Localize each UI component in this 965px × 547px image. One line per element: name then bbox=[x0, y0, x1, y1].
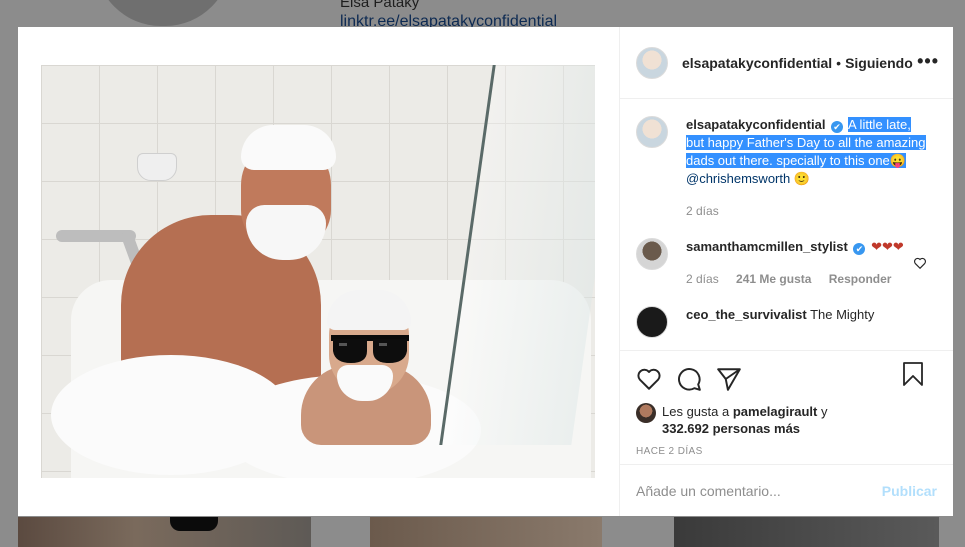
photo-soap-dish bbox=[137, 153, 177, 181]
caption: elsapatakyconfidential ✔ A little late, … bbox=[636, 116, 937, 220]
smile-emoji-icon: 🙂 bbox=[793, 171, 811, 186]
post-timestamp[interactable]: HACE 2 DÍAS bbox=[636, 446, 937, 457]
background-profile-avatar bbox=[95, 0, 231, 26]
commenter-avatar[interactable] bbox=[636, 306, 668, 338]
caption-author-avatar[interactable] bbox=[636, 116, 668, 148]
comment-item: samanthamcmillen_stylist ✔ ❤❤❤ 2 días 24… bbox=[636, 238, 937, 288]
add-comment-section: Publicar bbox=[620, 464, 953, 516]
caption-username[interactable]: elsapatakyconfidential bbox=[686, 117, 825, 132]
caption-time[interactable]: 2 días bbox=[686, 202, 926, 220]
background-post-thumbnail[interactable] bbox=[674, 517, 939, 547]
like-comment-heart-icon[interactable] bbox=[913, 256, 927, 270]
post-header: elsapatakyconfidential • Siguiendo ••• bbox=[620, 27, 953, 99]
verified-badge-icon: ✔ bbox=[853, 243, 866, 255]
save-bookmark-icon[interactable] bbox=[901, 361, 925, 387]
photo-man-foam-hair bbox=[241, 125, 336, 170]
post-actions: Les gusta a pamelagirault y 332.692 pers… bbox=[620, 350, 953, 457]
comment-time[interactable]: 2 días bbox=[686, 272, 719, 286]
comments-list[interactable]: elsapatakyconfidential ✔ A little late, … bbox=[620, 100, 953, 350]
likes-prefix: Les gusta a bbox=[662, 404, 730, 419]
more-options-icon[interactable]: ••• bbox=[917, 51, 939, 72]
caption-mention-link[interactable]: @chrishemsworth bbox=[686, 171, 790, 186]
author-username[interactable]: elsapatakyconfidential bbox=[682, 55, 832, 71]
author-avatar[interactable] bbox=[636, 46, 668, 79]
photo-child-foam-cap bbox=[327, 290, 411, 330]
like-heart-icon[interactable] bbox=[636, 366, 662, 392]
tongue-emoji-icon: 😛 bbox=[889, 153, 906, 168]
post-media bbox=[18, 27, 619, 516]
background-profile-name: Elsa Pataky bbox=[340, 0, 420, 11]
comment-body: samanthamcmillen_stylist ✔ ❤❤❤ 2 días 24… bbox=[686, 238, 926, 288]
post-modal: elsapatakyconfidential • Siguiendo ••• e… bbox=[18, 27, 953, 516]
caption-body: elsapatakyconfidential ✔ A little late, … bbox=[686, 116, 926, 220]
background-post-thumbnail[interactable] bbox=[370, 517, 602, 547]
action-icons bbox=[636, 359, 937, 399]
commenter-username[interactable]: samanthamcmillen_stylist bbox=[686, 239, 848, 254]
commenter-username[interactable]: ceo_the_survivalist bbox=[686, 307, 807, 322]
sunglasses-sticker bbox=[331, 335, 409, 363]
likes-count-link[interactable]: 332.692 personas más bbox=[662, 421, 828, 436]
comment-meta: 2 días 241 Me gusta Responder bbox=[686, 270, 926, 288]
post-side-panel: elsapatakyconfidential • Siguiendo ••• e… bbox=[619, 27, 953, 516]
publish-button[interactable]: Publicar bbox=[882, 483, 937, 499]
liker-username[interactable]: pamelagirault bbox=[733, 404, 818, 419]
likes-summary: Les gusta a pamelagirault y 332.692 pers… bbox=[636, 403, 937, 436]
comment-text: The Mighty bbox=[810, 307, 875, 322]
reply-button[interactable]: Responder bbox=[829, 272, 892, 286]
comment-input[interactable] bbox=[636, 482, 882, 499]
share-send-icon[interactable] bbox=[716, 366, 742, 392]
comment-text: ❤❤❤ bbox=[871, 239, 904, 254]
likes-conjunction: y bbox=[821, 404, 828, 419]
header-separator: • bbox=[836, 54, 842, 71]
comment-body: ceo_the_survivalist The Mighty bbox=[686, 306, 926, 338]
comment-bubble-icon[interactable] bbox=[676, 366, 702, 392]
background-post-thumbnail[interactable] bbox=[18, 517, 311, 547]
background-thumbnail-detail bbox=[170, 517, 218, 531]
comment-item: ceo_the_survivalist The Mighty bbox=[636, 306, 937, 338]
following-button[interactable]: Siguiendo bbox=[845, 55, 913, 71]
liker-avatar[interactable] bbox=[636, 403, 656, 423]
post-photo[interactable] bbox=[41, 65, 595, 478]
commenter-avatar[interactable] bbox=[636, 238, 668, 270]
comment-likes[interactable]: 241 Me gusta bbox=[736, 272, 811, 286]
likes-text-block: Les gusta a pamelagirault y 332.692 pers… bbox=[662, 403, 828, 436]
verified-badge-icon: ✔ bbox=[831, 121, 844, 133]
